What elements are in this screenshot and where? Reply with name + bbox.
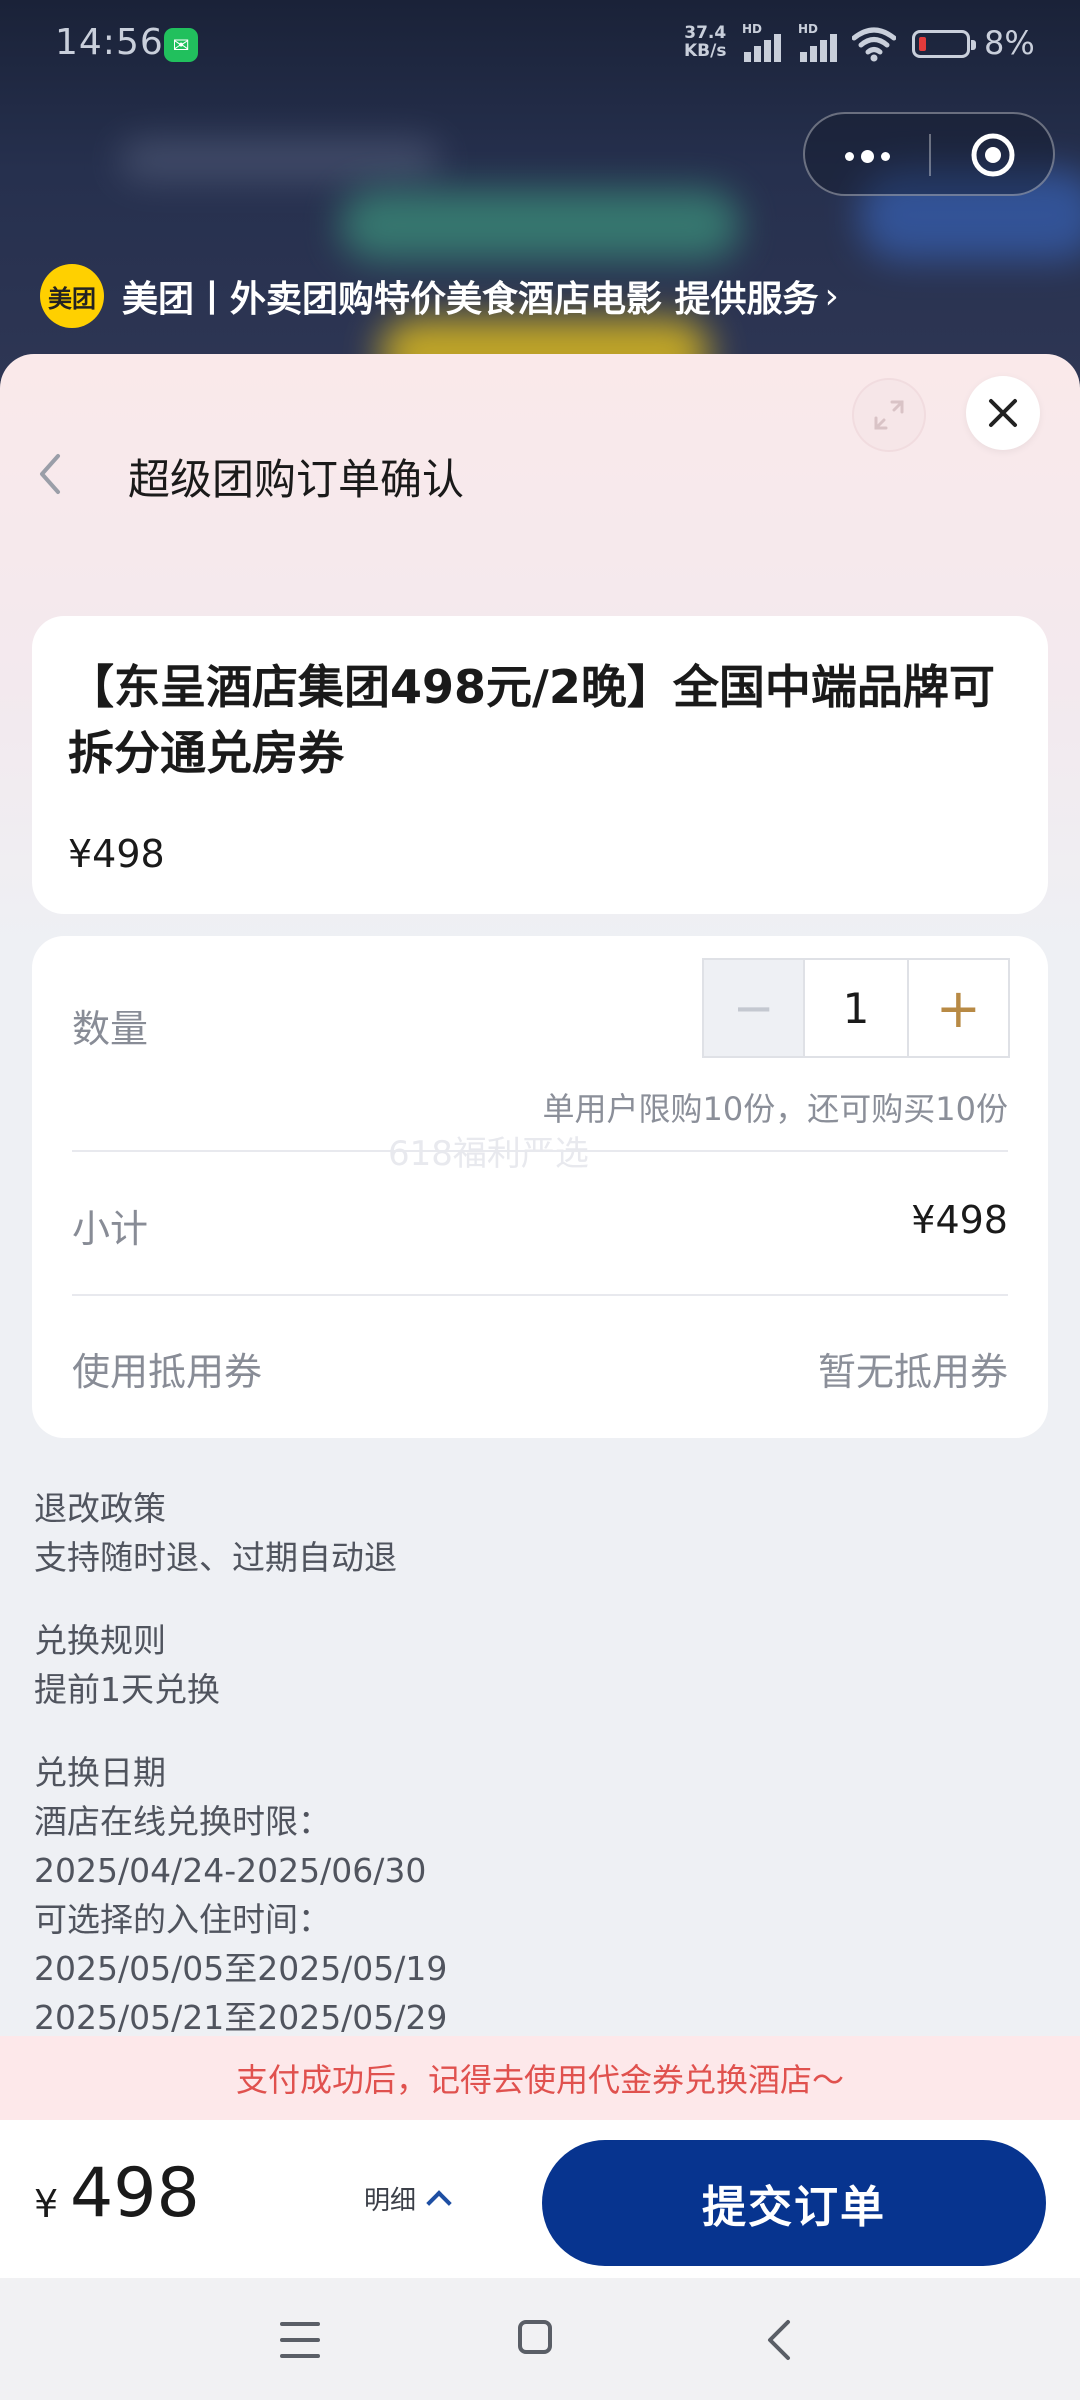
submit-order-button[interactable]: 提交订单 <box>542 2140 1046 2266</box>
system-nav-bar <box>0 2278 1080 2400</box>
exchange-rules-title: 兑换规则 <box>34 1621 166 1660</box>
detail-label: 明细 <box>364 2186 417 2216</box>
divider <box>72 1294 1008 1296</box>
battery-percent: 8% <box>984 24 1035 62</box>
increase-button[interactable]: + <box>909 960 1008 1056</box>
close-mini-program-icon[interactable] <box>970 132 1016 178</box>
more-options-button[interactable] <box>845 134 935 174</box>
mini-program-capsule <box>803 112 1055 196</box>
quantity-value[interactable]: 1 <box>805 960 909 1056</box>
total-price: 498 <box>70 2154 200 2233</box>
wechat-icon: ✉ <box>164 28 198 62</box>
status-bar: 14:56 ✉ 37.4 KB/s HD HD 8% <box>0 0 1080 92</box>
exchange-dates: 兑换日期 酒店在线兑换时限： 2025/04/24-2025/06/30 可选择… <box>34 1748 447 2042</box>
chevron-right-icon: › <box>824 275 839 317</box>
refund-policy-title: 退改政策 <box>34 1489 166 1528</box>
service-provider[interactable]: 美团 美团丨外卖团购特价美食酒店电影 提供服务 › <box>40 264 839 328</box>
home-icon[interactable] <box>518 2320 552 2354</box>
close-icon <box>989 399 1017 427</box>
expand-icon <box>874 400 904 430</box>
purchase-limit-note: 单用户限购10份，还可购买10份 <box>542 1090 1008 1128</box>
subtotal-value: ¥498 <box>911 1198 1008 1242</box>
hd-signal-icon: HD <box>798 22 842 62</box>
net-speed: 37.4 KB/s <box>684 23 727 61</box>
provider-text: 美团丨外卖团购特价美食酒店电影 提供服务 <box>122 279 819 320</box>
order-confirm-sheet: 超级团购订单确认 【东呈酒店集团498元/2晚】全国中端品牌可拆分通兑房券 ¥4… <box>0 354 1080 2284</box>
product-title: 【东呈酒店集团498元/2晚】全国中端品牌可拆分通兑房券 <box>68 660 995 780</box>
page-title: 超级团购订单确认 <box>128 455 465 504</box>
refund-policy: 退改政策 支持随时退、过期自动退 <box>34 1484 397 1582</box>
price-detail-toggle[interactable]: 明细 <box>364 2180 452 2217</box>
exchange-dates-title: 兑换日期 <box>34 1753 166 1792</box>
checkout-bar: ¥ 498 明细 提交订单 <box>0 2120 1080 2284</box>
subtotal-label: 小计 <box>72 1207 149 1251</box>
meituan-logo: 美团 <box>40 264 104 328</box>
product-card: 【东呈酒店集团498元/2晚】全国中端品牌可拆分通兑房券 ¥498 <box>32 616 1048 914</box>
chevron-up-icon <box>426 2189 452 2216</box>
product-price: ¥498 <box>68 832 165 876</box>
back-chevron-icon[interactable] <box>30 444 70 504</box>
refund-policy-text: 支持随时退、过期自动退 <box>34 1538 397 1577</box>
currency-symbol: ¥ <box>34 2182 59 2226</box>
online-exchange-range: 2025/04/24-2025/06/30 <box>34 1851 427 1890</box>
hd-signal-icon: HD <box>742 22 786 62</box>
payment-tip: 支付成功后，记得去使用代金券兑换酒店～ <box>0 2036 1080 2120</box>
wifi-icon <box>852 27 896 62</box>
exchange-rules-text: 提前1天兑换 <box>34 1670 220 1709</box>
checkin-range: 2025/05/05至2025/05/19 <box>34 1949 448 1988</box>
quantity-label: 数量 <box>72 1007 149 1051</box>
coupon-label: 使用抵用券 <box>72 1350 263 1394</box>
quantity-stepper: − 1 + <box>702 958 1010 1058</box>
status-time: 14:56 <box>55 22 164 63</box>
coupon-value[interactable]: 暂无抵用券 <box>818 1341 1008 1396</box>
back-icon[interactable] <box>760 2318 800 2362</box>
divider <box>72 1150 1008 1152</box>
online-exchange-label: 酒店在线兑换时限： <box>34 1802 331 1841</box>
recent-apps-icon[interactable] <box>280 2322 320 2358</box>
checkin-range: 2025/05/21至2025/05/29 <box>34 1998 448 2037</box>
battery-icon <box>912 30 976 58</box>
expand-button[interactable] <box>852 378 926 452</box>
order-card: 数量 − 1 + 单用户限购10份，还可购买10份 618福利严选 小计 ¥49… <box>32 936 1048 1438</box>
decrease-button[interactable]: − <box>704 960 806 1056</box>
checkin-label: 可选择的入住时间： <box>34 1900 331 1939</box>
exchange-rules: 兑换规则 提前1天兑换 <box>34 1616 220 1714</box>
close-button[interactable] <box>966 376 1040 450</box>
